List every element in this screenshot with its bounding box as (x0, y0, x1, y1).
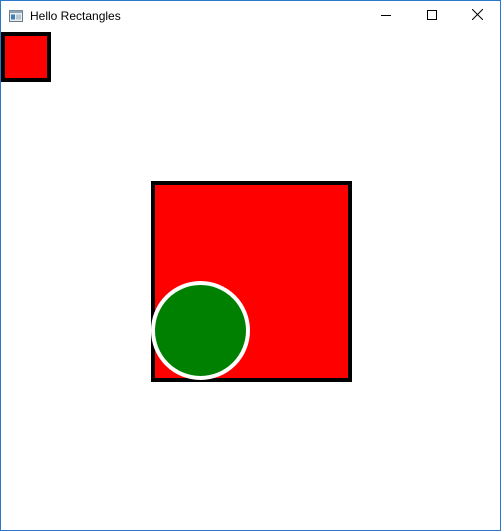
drawing-canvas (1, 30, 500, 530)
maximize-icon (427, 7, 437, 25)
green-circle (151, 281, 250, 380)
app-window-icon (9, 9, 23, 22)
window-title: Hello Rectangles (30, 9, 121, 23)
small-red-rectangle (1, 32, 51, 82)
close-button[interactable] (454, 1, 500, 30)
close-icon (471, 7, 483, 25)
minimize-button[interactable] (363, 1, 409, 30)
app-window: Hello Rectangles (0, 0, 501, 531)
minimize-icon (381, 7, 391, 25)
title-bar[interactable]: Hello Rectangles (1, 1, 500, 30)
maximize-button[interactable] (409, 1, 455, 30)
